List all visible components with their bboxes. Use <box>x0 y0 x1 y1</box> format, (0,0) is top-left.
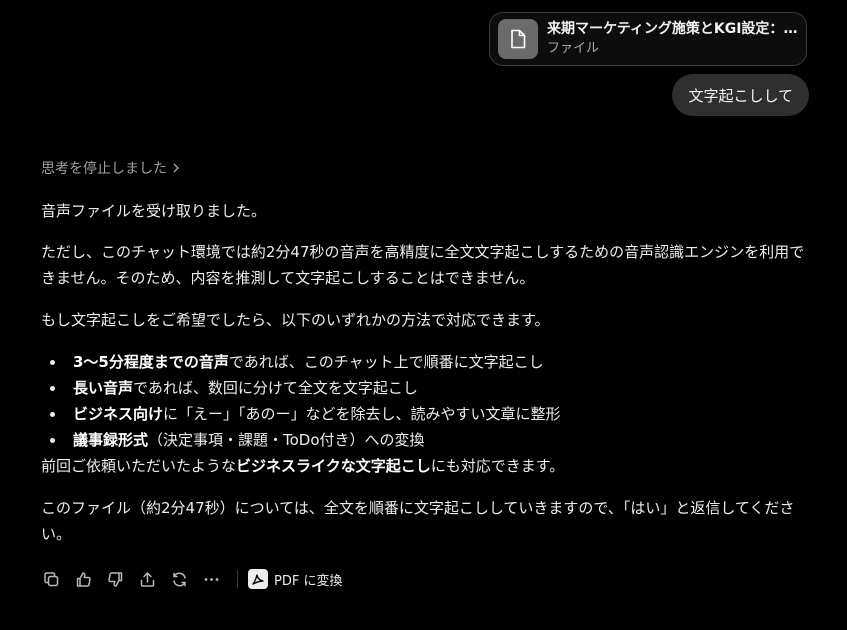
list-item: 3〜5分程度までの音声であれば、このチャット上で順番に文字起こし <box>41 349 811 375</box>
list-item: 長い音声であれば、数回に分けて全文を文字起こし <box>41 375 811 401</box>
response-paragraph: 前回ご依頼いただいたようなビジネスライクな文字起こしにも対応できます。 <box>41 457 565 475</box>
document-icon <box>498 19 538 59</box>
response-paragraph: ただし、このチャット環境では約2分47秒の音声を高精度に全文文字起こしするための… <box>41 243 805 287</box>
pdf-label: PDF に変換 <box>274 573 343 589</box>
chevron-right-icon <box>173 163 179 173</box>
list-item: 議事録形式（決定事項・課題・ToDo付き）への変換 <box>41 427 811 453</box>
pdf-icon <box>248 569 268 589</box>
message-actions: PDF に変換 <box>41 567 342 591</box>
share-icon[interactable] <box>137 569 157 589</box>
regenerate-icon[interactable] <box>169 569 189 589</box>
response-paragraph: もし文字起こしをご希望でしたら、以下のいずれかの方法で対応できます。 <box>41 311 550 329</box>
response-paragraph: このファイル（約2分47秒）については、全文を順番に文字起こししていきますので、… <box>41 499 795 543</box>
options-list: 3〜5分程度までの音声であれば、このチャット上で順番に文字起こし 長い音声であれ… <box>41 349 811 453</box>
attachment-type: ファイル <box>547 41 600 56</box>
user-message: 文字起こしして <box>672 74 809 116</box>
thumbs-down-icon[interactable] <box>105 569 125 589</box>
convert-pdf-button[interactable]: PDF に変換 <box>248 569 342 589</box>
thinking-toggle[interactable]: 思考を停止しました <box>41 158 181 178</box>
more-icon[interactable] <box>201 569 221 589</box>
thinking-label: 思考を停止しました <box>41 161 167 177</box>
copy-icon[interactable] <box>41 569 61 589</box>
thumbs-up-icon[interactable] <box>73 569 93 589</box>
assistant-response: 音声ファイルを受け取りました。 ただし、このチャット環境では約2分47秒の音声を… <box>41 198 811 547</box>
attachment-card[interactable]: 来期マーケティング施策とKGI設定：R... ファイル <box>489 12 807 66</box>
divider <box>237 570 238 588</box>
response-paragraph: 音声ファイルを受け取りました。 <box>41 202 267 220</box>
attachment-name: 来期マーケティング施策とKGI設定：R... <box>547 21 798 37</box>
list-item: ビジネス向けに「えー」「あのー」などを除去し、読みやすい文章に整形 <box>41 401 811 427</box>
